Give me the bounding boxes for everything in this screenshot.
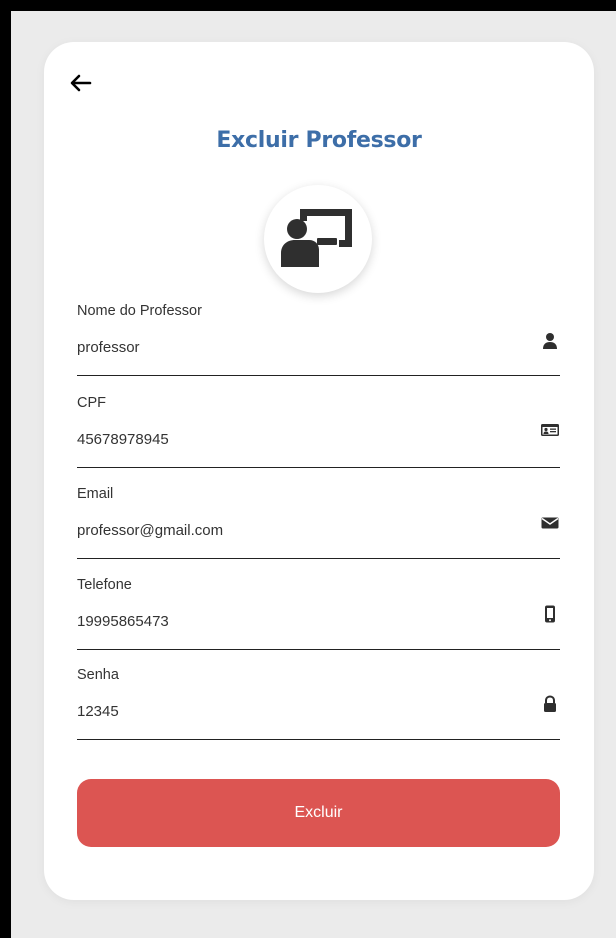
field-senha: Senha	[77, 667, 560, 740]
form-card: Excluir Professor Nome do Professor prof…	[44, 42, 594, 900]
chalkboard-teacher-icon	[281, 209, 352, 267]
excluir-button[interactable]: Excluir	[77, 779, 560, 847]
back-button[interactable]	[68, 70, 94, 96]
lock-icon	[544, 695, 556, 712]
field-cpf: CPF	[77, 395, 560, 468]
field-telefone: Telefone	[77, 577, 560, 650]
field-label-cpf: CPF	[77, 395, 106, 411]
arrow-left-icon	[70, 74, 92, 92]
email-input[interactable]	[77, 522, 507, 539]
field-label-senha: Senha	[77, 667, 119, 683]
id-card-icon	[541, 424, 559, 436]
nome-input[interactable]	[77, 339, 507, 356]
telefone-input[interactable]	[77, 613, 507, 630]
user-icon	[543, 333, 557, 349]
page-title: Excluir Professor	[216, 128, 422, 153]
field-label-nome: Nome do Professor	[77, 303, 202, 319]
avatar	[264, 185, 372, 293]
app-viewport: Excluir Professor Nome do Professor prof…	[11, 11, 616, 938]
field-nome-professor: Nome do Professor	[77, 303, 560, 376]
field-label-email: Email	[77, 486, 114, 502]
mobile-icon	[545, 605, 555, 623]
field-email: Email	[77, 486, 560, 559]
field-label-telefone: Telefone	[77, 577, 132, 593]
senha-input[interactable]	[77, 703, 507, 720]
cpf-input[interactable]	[77, 431, 507, 448]
envelope-icon	[541, 517, 559, 529]
